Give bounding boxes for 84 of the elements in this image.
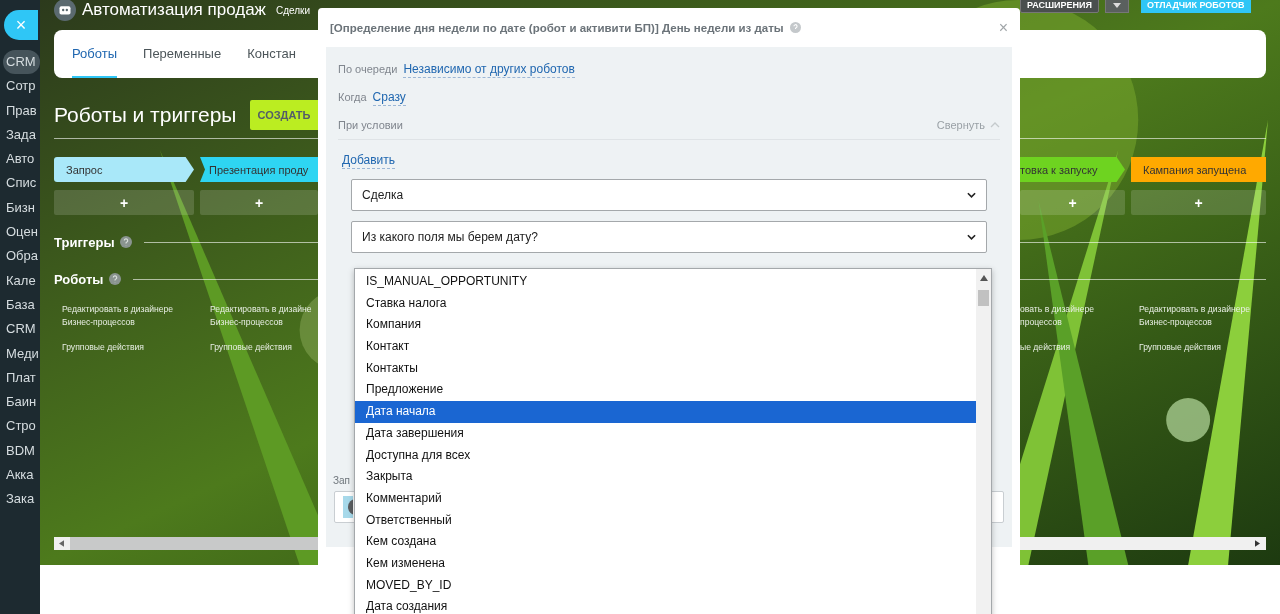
sidebar-item[interactable]: Авто (0, 147, 48, 172)
stage-tab[interactable]: Запрос (54, 157, 194, 182)
sidebar-item[interactable]: Спис (0, 171, 48, 196)
select-field[interactable]: Сделка (351, 179, 987, 211)
dropdown-option[interactable]: Контакт (355, 336, 976, 358)
dropdown-option[interactable]: Ответственный (355, 509, 976, 532)
page-title: Автоматизация продаж (82, 0, 266, 20)
triggers-label: Триггеры (54, 234, 115, 250)
stage-tab[interactable]: Кампания запущена (1131, 157, 1266, 182)
sidebar-item[interactable]: Прав (0, 98, 48, 123)
setting-link[interactable]: Независимо от других роботов (403, 60, 575, 78)
chevron-down-icon (967, 192, 976, 198)
dropdown-option[interactable]: Комментарий (355, 487, 976, 510)
breadcrumb[interactable]: Сделки (276, 4, 311, 16)
dropdown-option[interactable]: Компания (355, 314, 976, 337)
sidebar-item[interactable]: BDM (0, 438, 48, 464)
dialog-title: [Определение дня недели по дате (робот и активити БП)] День недели из даты (330, 21, 784, 34)
dropdown-button[interactable] (1104, 0, 1129, 13)
sidebar-item[interactable]: База (0, 292, 48, 318)
help-icon[interactable] (120, 236, 133, 248)
sidebar-item[interactable]: Обра (0, 244, 48, 269)
sidebar-item[interactable]: Оцен (0, 220, 48, 245)
robots-label: Роботы (54, 271, 104, 287)
section-title: Роботы и триггеры (54, 103, 237, 127)
add-robot-button[interactable]: + (200, 190, 318, 215)
add-condition-link[interactable]: Добавить (342, 152, 396, 169)
dropdown-option[interactable]: MOVED_BY_ID (355, 574, 976, 597)
robot-icon (54, 0, 76, 21)
scrollbar[interactable] (976, 269, 991, 614)
dropdown-option[interactable]: Предложение (355, 379, 976, 402)
dropdown-option[interactable]: Дата начала (355, 401, 976, 423)
group-actions-link[interactable]: Групповые действия (1139, 341, 1221, 354)
condition-label: При условии (338, 119, 403, 131)
sidebar-item[interactable]: Меди (0, 341, 48, 366)
scroll-right-icon[interactable] (1255, 540, 1260, 547)
dropdown-option[interactable]: Кем изменена (355, 552, 976, 575)
sidebar-item[interactable]: Сотр (0, 74, 48, 99)
tab[interactable]: Констан (247, 30, 296, 78)
chevron-down-icon (967, 234, 976, 240)
scroll-left-icon[interactable] (59, 540, 64, 547)
sidebar-item[interactable]: CRM (0, 317, 48, 342)
select-field[interactable]: Из какого поля мы берем дату? (351, 221, 987, 253)
sidebar-item[interactable]: Зака (0, 487, 48, 512)
dropdown-option[interactable]: Ставка налога (355, 292, 976, 315)
setting-link[interactable]: Сразу (372, 88, 406, 106)
sidebar-item[interactable]: Бизн (0, 195, 48, 221)
tab[interactable]: Роботы (72, 30, 118, 78)
field-label: Зап (333, 475, 351, 486)
setting-label: Когда (338, 91, 367, 103)
sidebar-item[interactable]: CRM (3, 50, 40, 75)
edit-in-designer-link[interactable]: овать в дизайнере процессов (1020, 303, 1094, 329)
sidebar-item[interactable]: Акка (0, 463, 48, 488)
edit-in-designer-link[interactable]: Редактировать в дизайнере Бизнес-процессов (62, 303, 174, 329)
add-robot-button[interactable]: + (1131, 190, 1266, 215)
dropdown-option[interactable]: Закрыта (355, 466, 976, 488)
sidebar-item[interactable]: Баин (0, 390, 48, 415)
sidebar-item[interactable]: Плат (0, 365, 48, 391)
dropdown-option[interactable]: IS_MANUAL_OPPORTUNITY (355, 271, 976, 293)
sidebar-item[interactable]: Зада (0, 122, 48, 148)
dropdown-option[interactable]: Дата завершения (355, 422, 976, 445)
scroll-up-icon[interactable] (979, 275, 988, 281)
create-button[interactable]: СОЗДАТЬ (250, 100, 318, 130)
dropdown-option[interactable]: Доступна для всех (355, 444, 976, 467)
group-actions-link[interactable]: Групповые действия (62, 341, 144, 354)
setting-label: По очереди (338, 63, 398, 75)
group-actions-link[interactable]: Групповые действия (210, 341, 292, 354)
dropdown-option[interactable]: Кем создана (355, 531, 976, 553)
edit-in-designer-link[interactable]: Редактировать в дизайнере Бизнес-процессов (1139, 303, 1251, 329)
scrollbar[interactable] (54, 537, 318, 550)
stage-tab[interactable]: Презентация проду (200, 157, 318, 182)
caret-icon (1112, 2, 1121, 8)
sidebar-item[interactable]: Кале (0, 268, 48, 293)
tab[interactable]: Переменные (143, 30, 222, 78)
dropdown-option[interactable]: Контакты (355, 357, 976, 380)
group-actions-link[interactable]: ые действия (1020, 341, 1071, 354)
extensions-button[interactable]: РАСШИРЕНИЯ (1020, 0, 1099, 13)
stage-tab[interactable]: товка к запуску (1020, 157, 1125, 182)
add-robot-button[interactable]: + (54, 190, 194, 215)
help-icon[interactable] (109, 273, 122, 285)
scrollbar[interactable] (1020, 537, 1266, 550)
scroll-thumb[interactable] (978, 290, 989, 306)
sidebar-item[interactable]: Стро (0, 414, 48, 439)
dropdown-option[interactable]: Дата создания (355, 596, 976, 614)
edit-in-designer-link[interactable]: Редактировать в дизайне Бизнес-процессов (210, 303, 312, 329)
